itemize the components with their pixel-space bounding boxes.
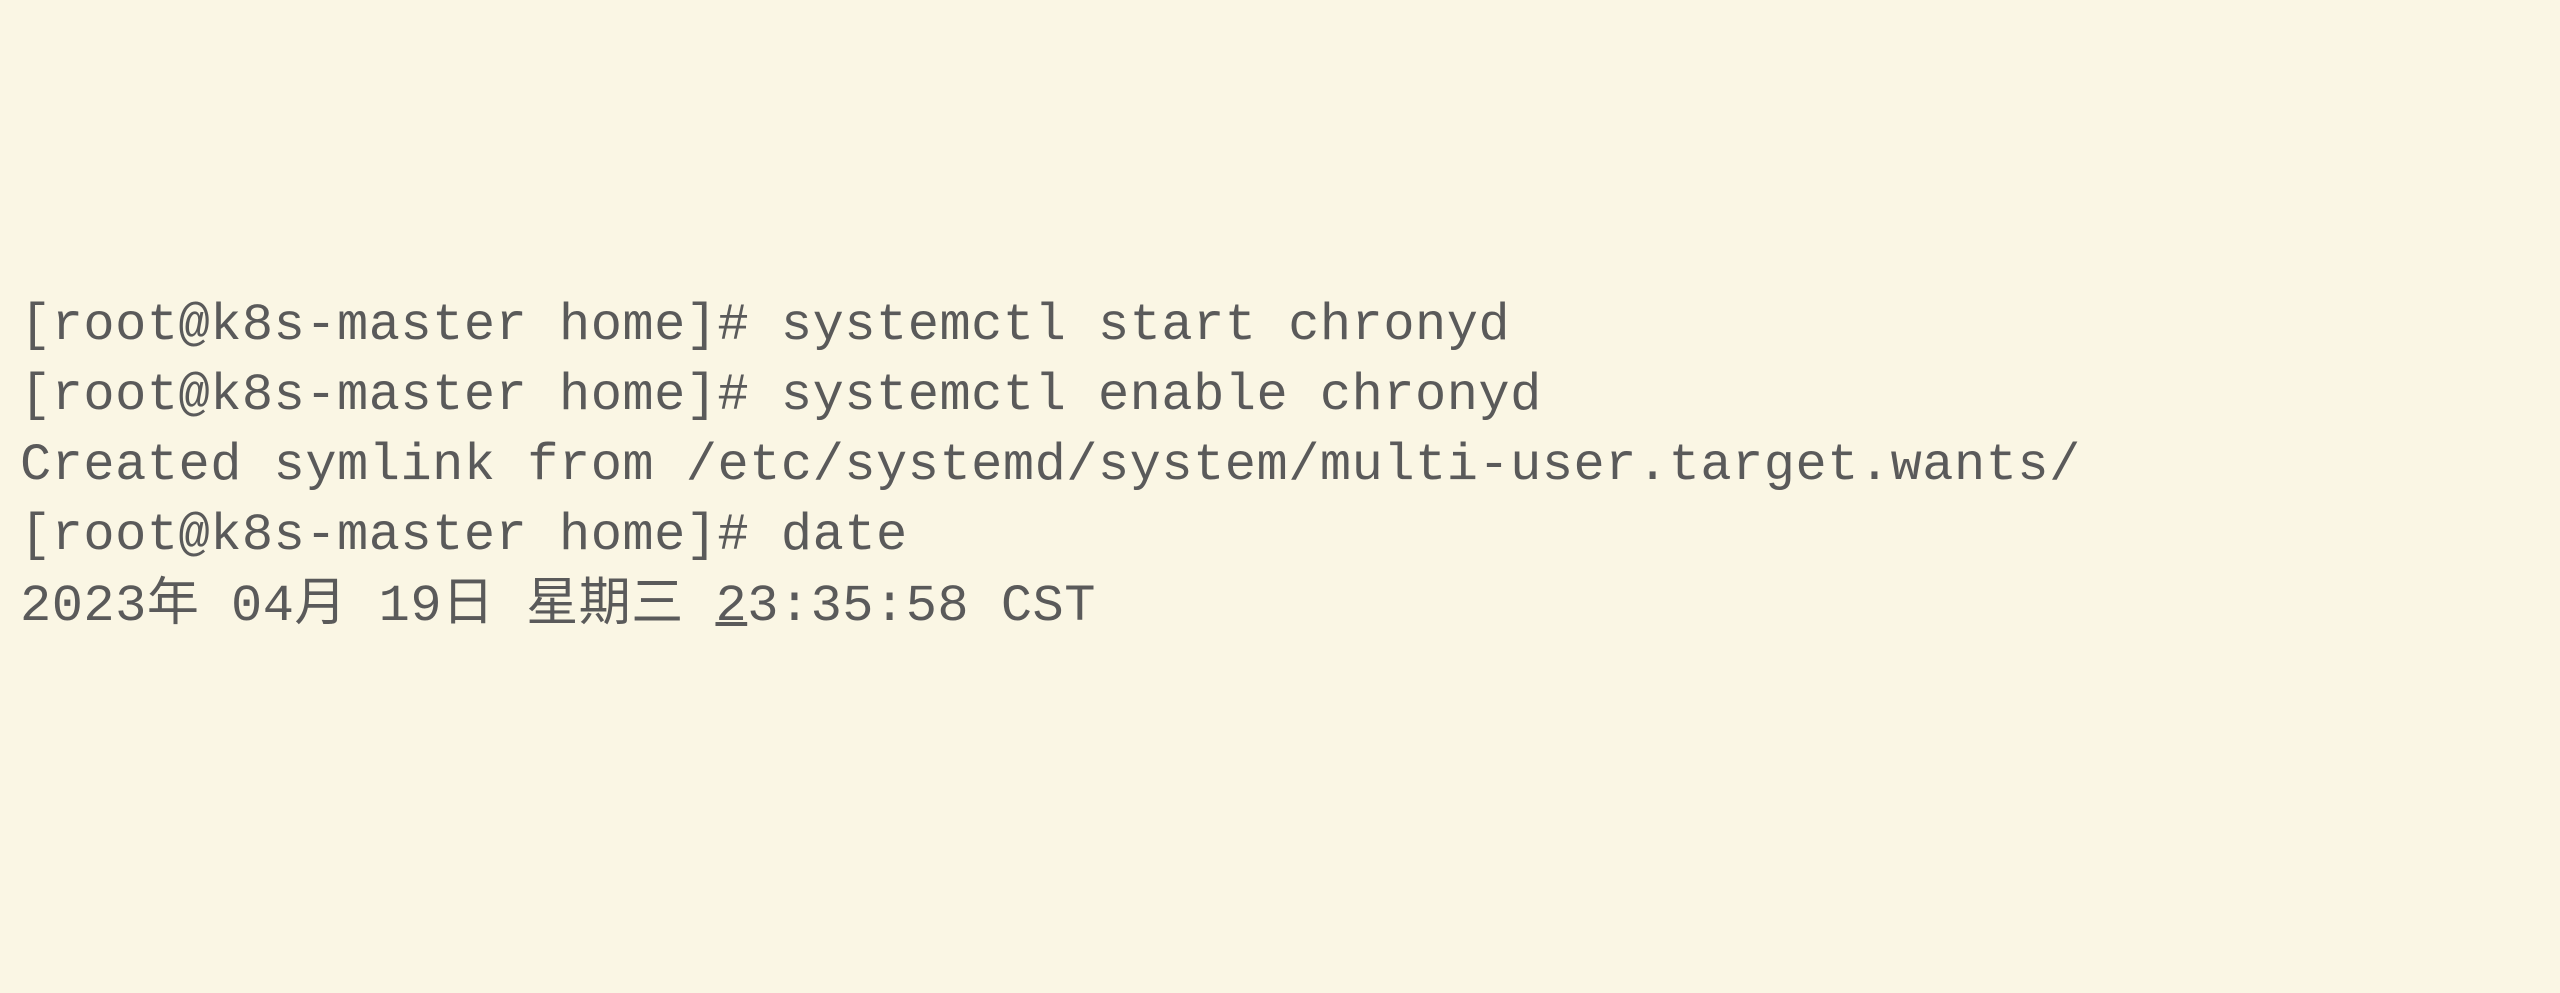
shell-prompt: [root@k8s-master home]# (20, 506, 781, 565)
shell-command: systemctl enable chronyd (781, 366, 1542, 425)
terminal-line: 2023年 04月 19日 星期三 23:35:58 CST (20, 572, 2540, 642)
cursor-position: 2 (715, 577, 747, 636)
terminal-line: [root@k8s-master home]# systemctl enable… (20, 361, 2540, 431)
command-output: Created symlink from /etc/systemd/system… (20, 436, 2081, 495)
shell-command: date (781, 506, 908, 565)
terminal-output[interactable]: [root@k8s-master home]# systemctl start … (20, 291, 2540, 642)
command-output: 3:35:58 CST (747, 577, 1096, 636)
terminal-line: Created symlink from /etc/systemd/system… (20, 431, 2540, 501)
shell-prompt: [root@k8s-master home]# (20, 296, 781, 355)
terminal-line: [root@k8s-master home]# date (20, 501, 2540, 571)
terminal-line: [root@k8s-master home]# systemctl start … (20, 291, 2540, 361)
shell-prompt: [root@k8s-master home]# (20, 366, 781, 425)
shell-command: systemctl start chronyd (781, 296, 1510, 355)
command-output: 2023年 04月 19日 星期三 (20, 577, 715, 636)
